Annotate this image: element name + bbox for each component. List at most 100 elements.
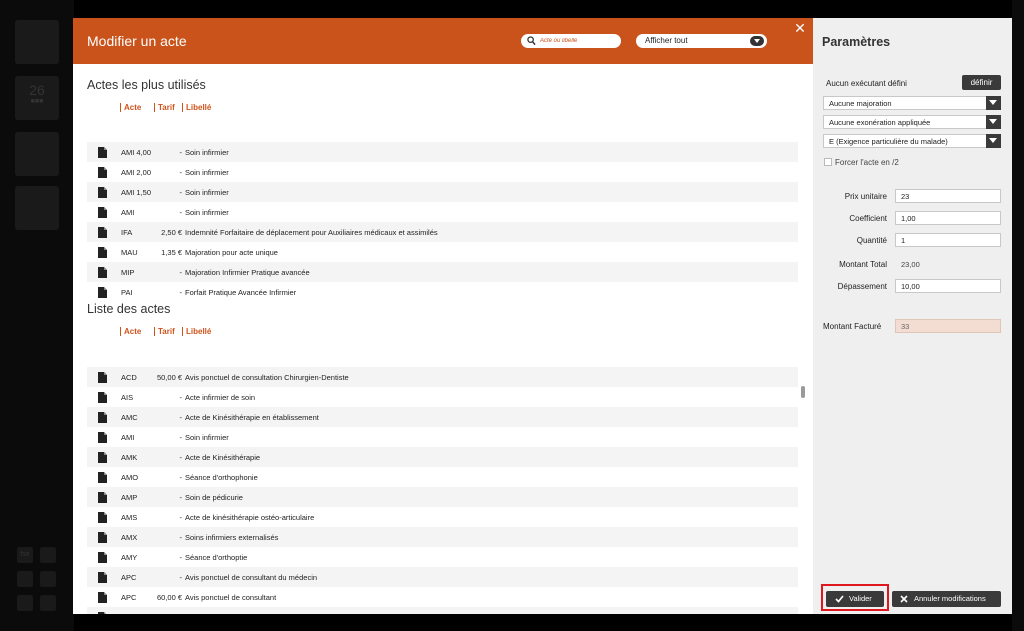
- table-row[interactable]: APC 60,00 € Avis ponctuel de consultant: [87, 587, 798, 607]
- document-icon: [98, 147, 107, 158]
- close-icon[interactable]: ✕: [793, 21, 807, 35]
- act-code: ACD: [121, 373, 137, 382]
- table-row[interactable]: AMI - Soin infirmier: [87, 427, 798, 447]
- table-row[interactable]: AMX - Soins infirmiers externalisés: [87, 527, 798, 547]
- document-icon: [98, 512, 107, 523]
- act-tarif: -: [179, 573, 183, 582]
- table-row[interactable]: MAU 1,35 € Majoration pour acte unique: [87, 242, 798, 262]
- bg-grid-icon: [15, 20, 59, 64]
- search-box[interactable]: [521, 34, 621, 48]
- table-row[interactable]: APM -Actes de rééducation des amputations: [87, 607, 798, 614]
- definir-button[interactable]: définir: [962, 75, 1001, 90]
- majoration-value: Aucune majoration: [829, 99, 892, 108]
- annuler-label: Annuler modifications: [914, 594, 986, 603]
- act-tarif: -: [179, 473, 183, 482]
- act-label: Acte de kinésithérapie ostéo-articulaire: [185, 513, 315, 522]
- valider-button[interactable]: Valider: [826, 591, 884, 607]
- scrollbar-thumb[interactable]: [801, 386, 805, 398]
- table-row[interactable]: IFA 2,50 € Indemnité Forfaitaire de déplac…: [87, 222, 798, 242]
- act-tarif: 50,00 €: [156, 373, 182, 382]
- table-row[interactable]: AMP - Soin de pédicurie: [87, 487, 798, 507]
- document-icon: [98, 452, 107, 463]
- montant-total-value: 23,00: [901, 260, 920, 269]
- modal-title: Modifier un acte: [87, 33, 187, 49]
- act-tarif: -: [179, 433, 183, 442]
- table-row[interactable]: AMO - Séance d'orthophonie: [87, 467, 798, 487]
- chevron-down-icon[interactable]: [750, 36, 764, 46]
- act-code: AMI 1,50: [121, 188, 152, 197]
- table-row[interactable]: MIP - Majoration Infirmier Pratique avancé…: [87, 262, 798, 282]
- column-header-acte: Acte: [120, 327, 141, 336]
- act-label: Acte infirmier de soin: [185, 393, 256, 402]
- act-label: Indemnité Forfaitaire de déplacement pou…: [185, 228, 438, 237]
- table-row[interactable]: APC - Avis ponctuel de consultant du médec…: [87, 567, 798, 587]
- bg-mini-icon: [17, 595, 33, 611]
- table-row[interactable]: ACD 50,00 € Avis ponctuel de consultation …: [87, 367, 798, 387]
- document-icon: [98, 167, 107, 178]
- montant-total-label: Montant Total: [839, 260, 887, 269]
- annuler-modifications-button[interactable]: Annuler modifications: [892, 591, 1001, 607]
- exoneration-select[interactable]: Aucune exonération appliquée: [823, 115, 1001, 129]
- filter-select[interactable]: Afficher tout: [636, 34, 767, 48]
- document-icon: [98, 432, 107, 443]
- act-code: AMX: [121, 533, 138, 542]
- act-label: Soin de pédicurie: [185, 493, 243, 502]
- act-tarif: -: [179, 553, 183, 562]
- table-row[interactable]: AMS - Acte de kinésithérapie ostéo-articul…: [87, 507, 798, 527]
- chevron-down-icon: [986, 115, 1001, 129]
- most-used-table: AMI 4,00- Soin infirmier AMI 2,00- Soin inf…: [87, 142, 798, 302]
- act-label: Avis ponctuel de consultant: [185, 593, 277, 602]
- forcer-label: Forcer l'acte en /2: [835, 158, 899, 167]
- act-label: Soin infirmier: [185, 148, 229, 157]
- executant-label: Aucun exécutant défini: [826, 79, 907, 88]
- montant-facture-input: 33: [895, 319, 1001, 333]
- act-tarif: -: [179, 188, 183, 197]
- act-tarif: -: [179, 148, 183, 157]
- exoneration-value: Aucune exonération appliquée: [829, 118, 931, 127]
- bg-mini-icon: [40, 595, 56, 611]
- act-label: Séance d'orthoptie: [185, 553, 248, 562]
- table-row[interactable]: AMI 1,50 - Soin infirmier: [87, 182, 798, 202]
- act-code: AMO: [121, 473, 139, 482]
- document-icon: [98, 207, 107, 218]
- table-row[interactable]: AMI 4,00 - Soin infirmier: [87, 142, 798, 162]
- document-icon: [98, 287, 107, 298]
- prix-unitaire-input[interactable]: 23: [895, 189, 1001, 203]
- check-icon: [835, 595, 844, 603]
- document-icon: [98, 392, 107, 403]
- quantite-input[interactable]: 1: [895, 233, 1001, 247]
- act-tarif: -: [179, 208, 183, 217]
- act-code: APC: [121, 573, 137, 582]
- act-tarif: -: [179, 453, 183, 462]
- act-code: AMI 4,00: [121, 148, 152, 157]
- table-row[interactable]: AMI - Soin infirmier: [87, 202, 798, 222]
- majoration-select[interactable]: Aucune majoration: [823, 96, 1001, 110]
- exigence-value: E (Exigence particulière du malade): [829, 137, 948, 146]
- bg-calendar-tile: 26 ■■■: [15, 76, 59, 120]
- bg-mini-icon: [40, 571, 56, 587]
- table-row[interactable]: AMK - Acte de Kinésithérapie: [87, 447, 798, 467]
- act-code: AMK: [121, 453, 138, 462]
- column-header-libelle: Libellé: [182, 327, 211, 336]
- table-row[interactable]: AMY - Séance d'orthoptie: [87, 547, 798, 567]
- document-icon: [98, 412, 107, 423]
- act-tarif: -: [179, 268, 183, 277]
- coefficient-input[interactable]: 1,00: [895, 211, 1001, 225]
- document-icon: [98, 267, 107, 278]
- depassement-input[interactable]: 10,00: [895, 279, 1001, 293]
- table-row[interactable]: AMC - Acte de Kinésithérapie en établissem…: [87, 407, 798, 427]
- exigence-select[interactable]: E (Exigence particulière du malade): [823, 134, 1001, 148]
- depassement-label: Dépassement: [837, 282, 887, 291]
- forcer-checkbox[interactable]: [824, 158, 832, 166]
- search-input[interactable]: [540, 35, 616, 47]
- column-header-acte: Acte: [120, 103, 141, 112]
- table-row[interactable]: AIS - Acte infirmier de soin: [87, 387, 798, 407]
- act-code: AMC: [121, 413, 138, 422]
- act-code: APC: [121, 593, 137, 602]
- act-label: Forfait Pratique Avancée Infirmier: [185, 288, 297, 297]
- table-row[interactable]: AMI 2,00 - Soin infirmier: [87, 162, 798, 182]
- chevron-down-icon: [986, 96, 1001, 110]
- document-icon: [98, 552, 107, 563]
- act-code: AMS: [121, 513, 138, 522]
- table-row[interactable]: PAI - Forfait Pratique Avancée Infirmier: [87, 282, 798, 302]
